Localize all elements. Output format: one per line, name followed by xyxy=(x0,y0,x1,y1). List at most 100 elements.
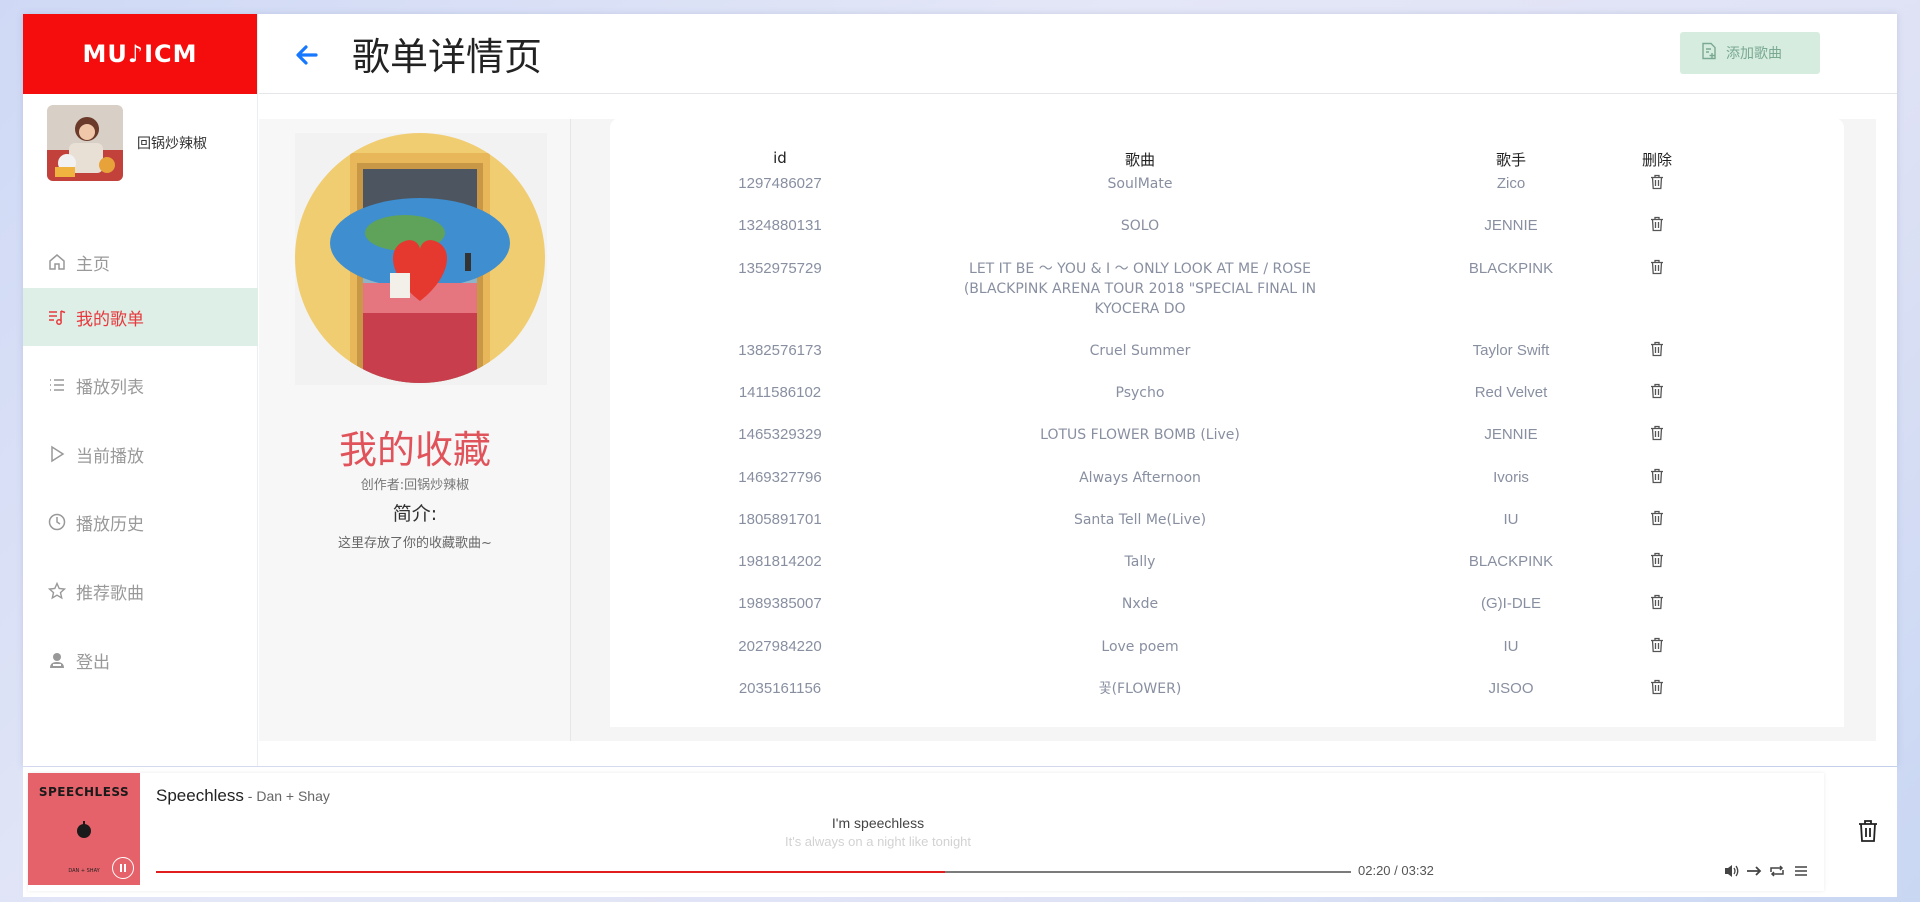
sidebar-item-home[interactable]: 主页 xyxy=(23,233,258,291)
delete-trash-icon[interactable] xyxy=(1647,468,1667,490)
add-song-label: 添加歌曲 xyxy=(1726,46,1782,62)
sidebar-item-label: 播放历史 xyxy=(76,514,144,535)
playlist-info-panel: 我的收藏 创作者:回锅炒辣椒 简介: 这里存放了你的收藏歌曲~ xyxy=(259,119,571,741)
playlist-creator: 创作者:回锅炒辣椒 xyxy=(360,478,470,493)
cell-id: 2035161156 xyxy=(738,680,822,697)
song-artist: - Dan + Shay xyxy=(243,788,330,804)
lyric-next: It's always on a night like tonight xyxy=(784,834,972,849)
cell-song: 꽃(FLOWER) xyxy=(1098,681,1182,697)
logo-text: MU♪ICM xyxy=(82,40,198,68)
playlist-intro: 这里存放了你的收藏歌曲~ xyxy=(338,536,492,551)
cell-artist: (G)I-DLE xyxy=(1481,595,1541,612)
cell-song: SoulMate xyxy=(1107,176,1173,192)
repeat-icon[interactable] xyxy=(1769,863,1785,879)
delete-trash-icon[interactable] xyxy=(1647,594,1667,616)
delete-trash-icon[interactable] xyxy=(1647,637,1667,659)
cell-song: Love poem xyxy=(1101,639,1179,655)
delete-trash-icon[interactable] xyxy=(1647,679,1667,701)
delete-trash-icon[interactable] xyxy=(1647,341,1667,363)
sidebar-item-label: 我的歌单 xyxy=(76,309,144,330)
progress-bar[interactable] xyxy=(156,871,1351,873)
avatar[interactable] xyxy=(47,105,123,181)
playlist-intro-heading: 简介: xyxy=(392,503,438,525)
player-bar: SPEECHLESS DAN + SHAY Speechless - Dan +… xyxy=(23,767,1897,897)
cell-song: Cruel Summer xyxy=(1089,343,1191,359)
logout-user-icon xyxy=(47,650,67,670)
user-profile[interactable]: 回锅炒辣椒 xyxy=(23,94,257,192)
now-playing-title: Speechless - Dan + Shay xyxy=(156,786,330,806)
delete-trash-icon[interactable] xyxy=(1647,552,1667,574)
cell-id: 1411586102 xyxy=(738,384,822,401)
cell-song: SOLO xyxy=(1120,218,1160,234)
delete-trash-icon[interactable] xyxy=(1647,383,1667,405)
lyric-current: I'm speechless xyxy=(831,815,925,831)
sidebar-item-now-playing[interactable]: 当前播放 xyxy=(23,425,258,483)
delete-trash-icon[interactable] xyxy=(1647,425,1667,447)
list-icon xyxy=(47,375,67,395)
cell-song: Santa Tell Me(Live) xyxy=(1073,512,1207,528)
cell-id: 1297486027 xyxy=(738,175,822,192)
sidebar-item-recommend[interactable]: 推荐歌曲 xyxy=(23,562,258,620)
cell-id: 1382576173 xyxy=(738,342,822,359)
column-header-delete: 删除 xyxy=(1641,151,1672,169)
add-file-icon xyxy=(1700,42,1718,65)
cover-title: SPEECHLESS xyxy=(38,785,130,799)
cell-id: 1989385007 xyxy=(738,595,822,612)
delete-trash-icon[interactable] xyxy=(1647,259,1667,281)
playlist-menu-icon[interactable] xyxy=(1793,863,1809,879)
cell-artist: IU xyxy=(1503,638,1519,655)
sidebar-item-playlist[interactable]: 播放列表 xyxy=(23,356,258,414)
volume-icon[interactable] xyxy=(1724,863,1740,879)
sidebar: MU♪ICM 回锅炒辣椒 主页 我的歌单 播放列表 当前播放 播放历史 推荐歌曲… xyxy=(23,14,258,766)
cell-artist: IU xyxy=(1503,511,1519,528)
column-header-id: id xyxy=(773,149,787,167)
column-header-song: 歌曲 xyxy=(1124,151,1155,169)
add-song-button[interactable]: 添加歌曲 xyxy=(1680,32,1820,74)
cell-song: Always Afternoon xyxy=(1079,470,1201,486)
page-title: 歌单详情页 xyxy=(352,35,543,79)
next-arrow-icon[interactable] xyxy=(1746,863,1762,879)
cell-id: 1981814202 xyxy=(738,553,822,570)
sidebar-item-label: 当前播放 xyxy=(76,446,144,467)
playlist-music-icon xyxy=(47,307,67,327)
time-display: 02:20 / 03:32 xyxy=(1358,863,1434,878)
delete-trash-icon[interactable] xyxy=(1647,174,1667,196)
cell-artist: JISOO xyxy=(1488,680,1534,697)
cell-id: 1324880131 xyxy=(738,217,822,234)
clear-playlist-trash-icon[interactable] xyxy=(1857,819,1879,843)
sidebar-item-label: 主页 xyxy=(76,254,110,275)
cell-artist: Ivoris xyxy=(1493,469,1529,486)
cell-artist: BLACKPINK xyxy=(1468,260,1554,277)
cell-artist: Taylor Swift xyxy=(1472,342,1550,359)
delete-trash-icon[interactable] xyxy=(1647,216,1667,238)
cell-artist: JENNIE xyxy=(1484,426,1538,443)
cell-song: LOTUS FLOWER BOMB (Live) xyxy=(1040,427,1240,443)
cell-song: Tally xyxy=(1124,554,1156,570)
column-header-artist: 歌手 xyxy=(1495,151,1526,169)
play-icon xyxy=(47,444,67,464)
delete-trash-icon[interactable] xyxy=(1647,510,1667,532)
player-panel: SPEECHLESS DAN + SHAY Speechless - Dan +… xyxy=(28,773,1824,891)
sidebar-item-logout[interactable]: 登出 xyxy=(23,631,258,689)
playlist-cover xyxy=(295,133,545,383)
sidebar-item-label: 登出 xyxy=(76,652,110,673)
logo: MU♪ICM xyxy=(23,14,257,94)
sidebar-item-my-playlists[interactable]: 我的歌单 xyxy=(23,288,258,346)
progress-fill xyxy=(156,871,945,873)
cell-artist: Red Velvet xyxy=(1474,384,1548,401)
pause-button[interactable] xyxy=(112,857,134,879)
cell-song: LET IT BE ～ YOU & I ～ ONLY LOOK AT ME / … xyxy=(963,261,1317,317)
header: 歌单详情页 添加歌曲 xyxy=(259,14,1897,94)
song-title: Speechless xyxy=(156,786,244,805)
clock-icon xyxy=(47,512,67,532)
back-arrow-icon[interactable] xyxy=(294,42,320,68)
cell-artist: BLACKPINK xyxy=(1468,553,1554,570)
cell-id: 1352975729 xyxy=(738,260,822,277)
cell-id: 2027984220 xyxy=(738,638,822,655)
cell-id: 1465329329 xyxy=(738,426,822,443)
sidebar-item-label: 播放列表 xyxy=(76,377,144,398)
sidebar-item-history[interactable]: 播放历史 xyxy=(23,493,258,551)
playlist-cover-frame xyxy=(295,133,547,385)
cell-artist: JENNIE xyxy=(1484,217,1538,234)
user-name: 回锅炒辣椒 xyxy=(137,136,207,152)
